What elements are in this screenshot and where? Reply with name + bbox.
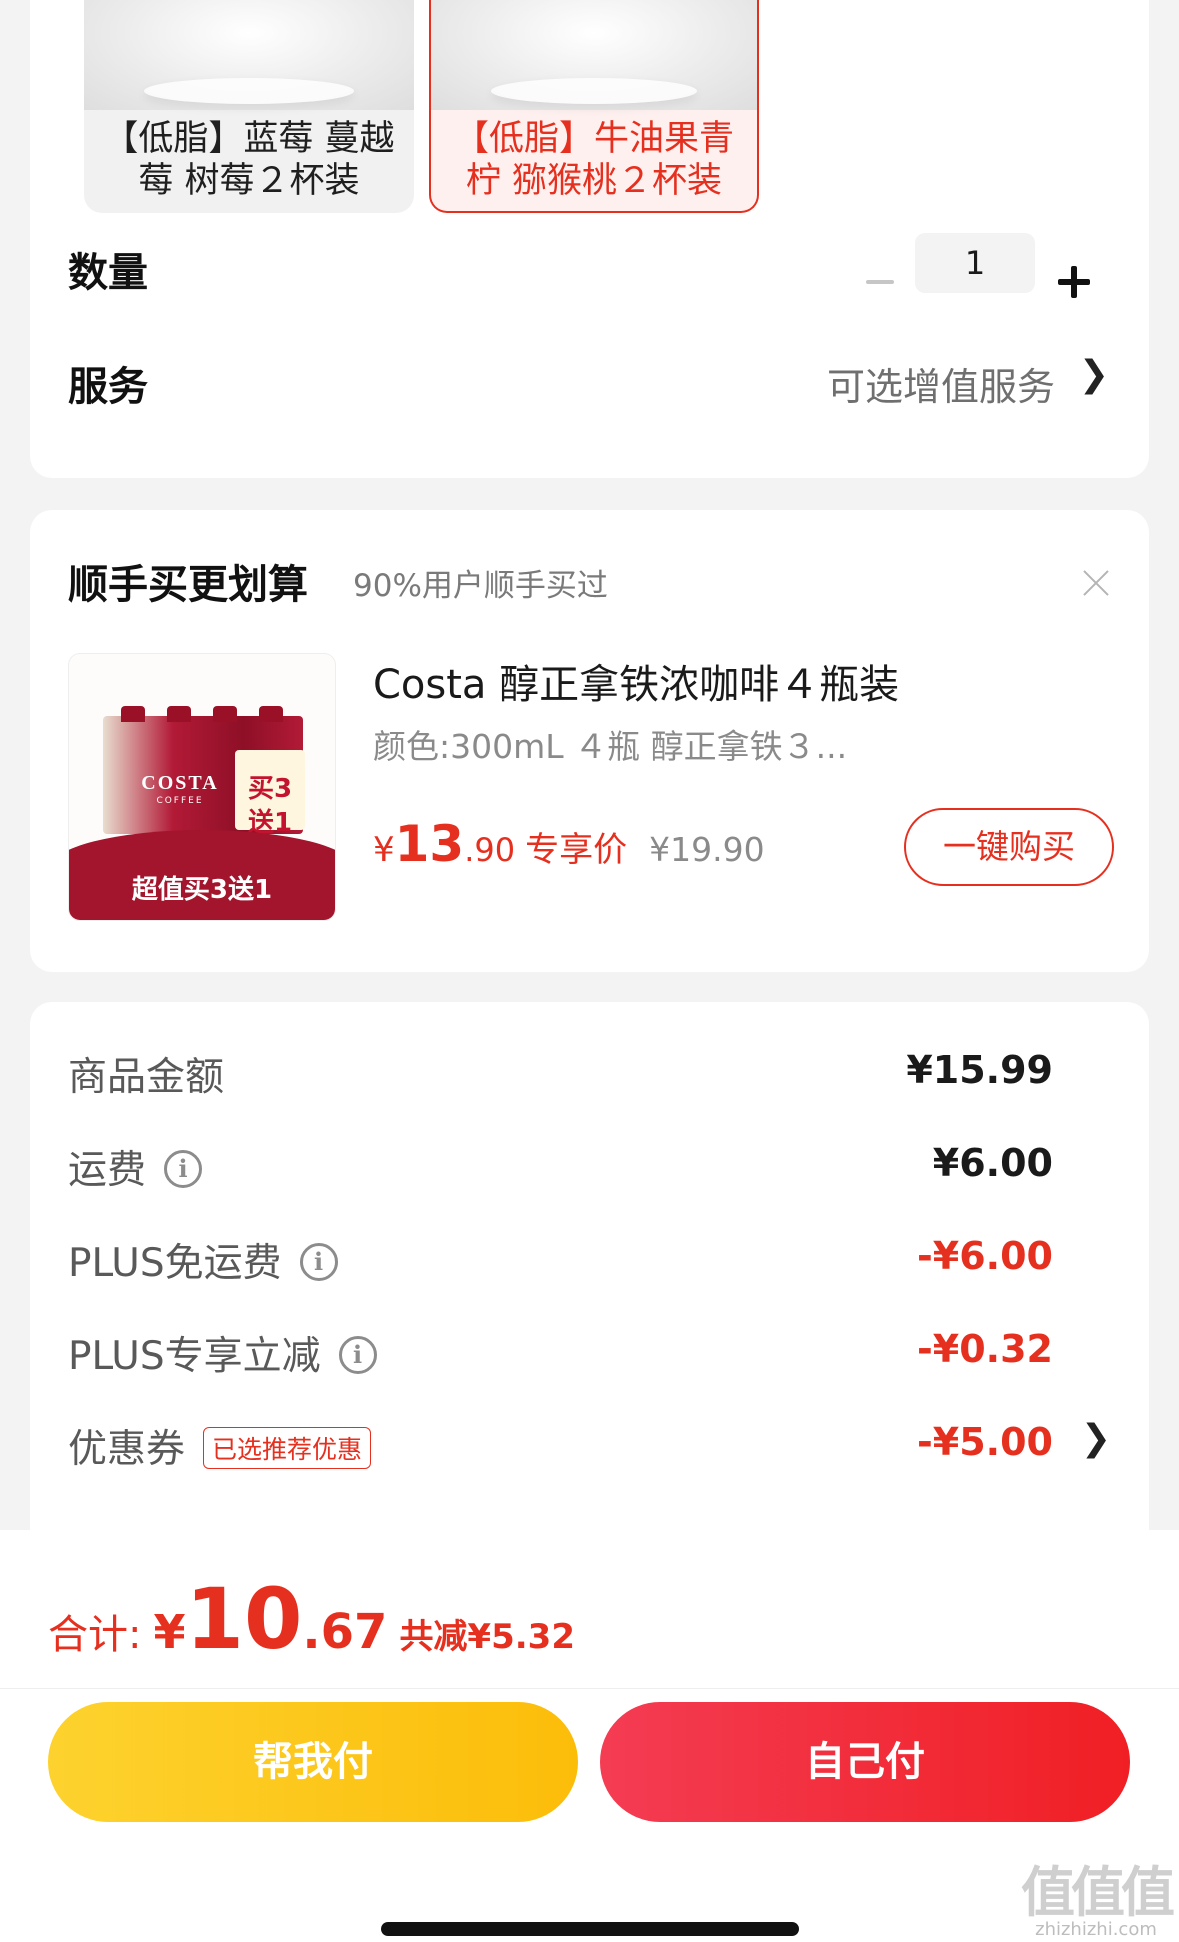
product-name[interactable]: Costa 醇正拿铁浓咖啡４瓶装 bbox=[373, 652, 899, 710]
brand-subtext: COFFEE bbox=[156, 796, 204, 806]
one-click-buy-button[interactable]: 一键购买 bbox=[904, 808, 1114, 886]
total-integer: 10 bbox=[185, 1570, 303, 1668]
promo-badge: 买3送1 bbox=[235, 750, 305, 838]
minus-icon[interactable] bbox=[858, 260, 902, 304]
watermark-site: zhizhizhi.com bbox=[1035, 1919, 1157, 1940]
total-symbol: ¥ bbox=[153, 1605, 186, 1659]
product-spec: 颜色:300mL ４瓶 醇正拿铁３... bbox=[373, 727, 848, 766]
summary-label: PLUS免运费 bbox=[68, 1241, 282, 1286]
close-icon[interactable] bbox=[1079, 566, 1113, 600]
summary-row: PLUS专享立减 i -¥0.32 bbox=[68, 1325, 1111, 1385]
price-integer: 13 bbox=[394, 815, 465, 873]
divider bbox=[0, 1688, 1179, 1689]
total-amount: 合计: ¥10.67 共减¥5.32 bbox=[48, 1570, 575, 1668]
price-tag: 专享价 bbox=[525, 830, 628, 870]
info-icon[interactable]: i bbox=[299, 1242, 338, 1281]
chevron-right-icon[interactable]: ❯ bbox=[1079, 354, 1109, 395]
summary-value: -¥0.32 bbox=[917, 1327, 1053, 1371]
summary-row: PLUS免运费 i -¥6.00 bbox=[68, 1232, 1111, 1292]
watermark-logo: 值值值 bbox=[1021, 1861, 1175, 1924]
summary-label: PLUS专享立减 bbox=[68, 1334, 321, 1379]
total-decimal: .67 bbox=[302, 1604, 388, 1660]
variant-option[interactable]: 【低脂】蓝莓 蔓越莓 树莓２杯装 bbox=[84, 0, 414, 213]
summary-label-wrap: 运费 i bbox=[68, 1139, 203, 1195]
addon-title: 顺手买更划算 bbox=[68, 562, 308, 608]
coupon-row[interactable]: 优惠券 已选推荐优惠 -¥5.00 ❯ bbox=[68, 1418, 1111, 1478]
bottle-cap bbox=[213, 706, 237, 722]
addon-subtitle-text: 用户顺手买过 bbox=[421, 568, 608, 604]
product-image[interactable]: COSTA COFFEE 买3送1 超值买3送1 bbox=[68, 653, 336, 921]
variant-label: 【低脂】蓝莓 蔓越莓 树莓２杯装 bbox=[103, 119, 395, 201]
chevron-right-icon[interactable]: ❯ bbox=[1081, 1418, 1111, 1459]
summary-label-wrap: PLUS免运费 i bbox=[68, 1232, 338, 1288]
bottle-cap bbox=[259, 706, 283, 722]
product-price: ¥13.90 专享价 ¥19.90 bbox=[373, 815, 765, 873]
summary-value: ¥6.00 bbox=[932, 1141, 1053, 1185]
summary-label: 运费 bbox=[68, 1148, 147, 1193]
bottle-cap bbox=[121, 706, 145, 722]
addon-card: 顺手买更划算 90%用户顺手买过 COSTA COFFEE 买3送1 超值买3送… bbox=[30, 510, 1149, 972]
promo-banner-text: 超值买3送1 bbox=[131, 875, 273, 905]
help-pay-button[interactable]: 帮我付 bbox=[48, 1702, 578, 1822]
self-pay-button[interactable]: 自己付 bbox=[600, 1702, 1130, 1822]
addon-subtitle: 90%用户顺手买过 bbox=[353, 560, 608, 605]
service-value[interactable]: 可选增值服务 bbox=[827, 356, 1055, 411]
summary-value: -¥5.00 bbox=[917, 1420, 1053, 1464]
summary-value: -¥6.00 bbox=[917, 1234, 1053, 1278]
original-price: ¥19.90 bbox=[649, 830, 765, 869]
summary-label-wrap: 优惠券 已选推荐优惠 bbox=[68, 1418, 372, 1474]
price-symbol: ¥ bbox=[373, 830, 395, 870]
total-savings: 共减¥5.32 bbox=[399, 1617, 575, 1657]
variant-label: 【低脂】牛油果青柠 猕猴桃２杯装 bbox=[453, 119, 734, 201]
price-decimal: .90 bbox=[464, 831, 516, 869]
info-icon[interactable]: i bbox=[164, 1149, 203, 1188]
summary-label: 优惠券 bbox=[68, 1427, 186, 1472]
coupon-tag: 已选推荐优惠 bbox=[203, 1426, 372, 1469]
quantity-value[interactable]: 1 bbox=[915, 233, 1035, 293]
checkout-bar: 合计: ¥10.67 共减¥5.32 帮我付 自己付 值值值 zhizhizhi.c… bbox=[0, 1530, 1179, 1942]
summary-row: 商品金额 ¥15.99 bbox=[68, 1046, 1111, 1106]
sku-card: 【低脂】蓝莓 蔓越莓 树莓２杯装 【低脂】牛油果青柠 猕猴桃２杯装 数量 1 服… bbox=[30, 0, 1149, 478]
brand-logo: COSTA bbox=[141, 772, 219, 794]
summary-row: 运费 i ¥6.00 bbox=[68, 1139, 1111, 1199]
home-indicator[interactable] bbox=[381, 1922, 799, 1936]
total-label: 合计: bbox=[48, 1612, 142, 1658]
watermark: 值值值 zhizhizhi.com bbox=[1021, 1848, 1175, 1940]
service-label: 服务 bbox=[68, 364, 148, 410]
summary-label-wrap: PLUS专享立减 i bbox=[68, 1325, 377, 1381]
quantity-label: 数量 bbox=[68, 250, 148, 296]
info-icon[interactable]: i bbox=[338, 1335, 377, 1374]
variant-option-selected[interactable]: 【低脂】牛油果青柠 猕猴桃２杯装 bbox=[429, 0, 759, 213]
bottle-cap bbox=[167, 706, 191, 722]
variant-image bbox=[84, 0, 414, 110]
summary-value: ¥15.99 bbox=[906, 1048, 1053, 1092]
summary-label: 商品金额 bbox=[68, 1055, 225, 1100]
plus-icon[interactable] bbox=[1052, 260, 1096, 304]
variant-image bbox=[431, 0, 757, 110]
addon-percent: 90% bbox=[353, 568, 422, 604]
